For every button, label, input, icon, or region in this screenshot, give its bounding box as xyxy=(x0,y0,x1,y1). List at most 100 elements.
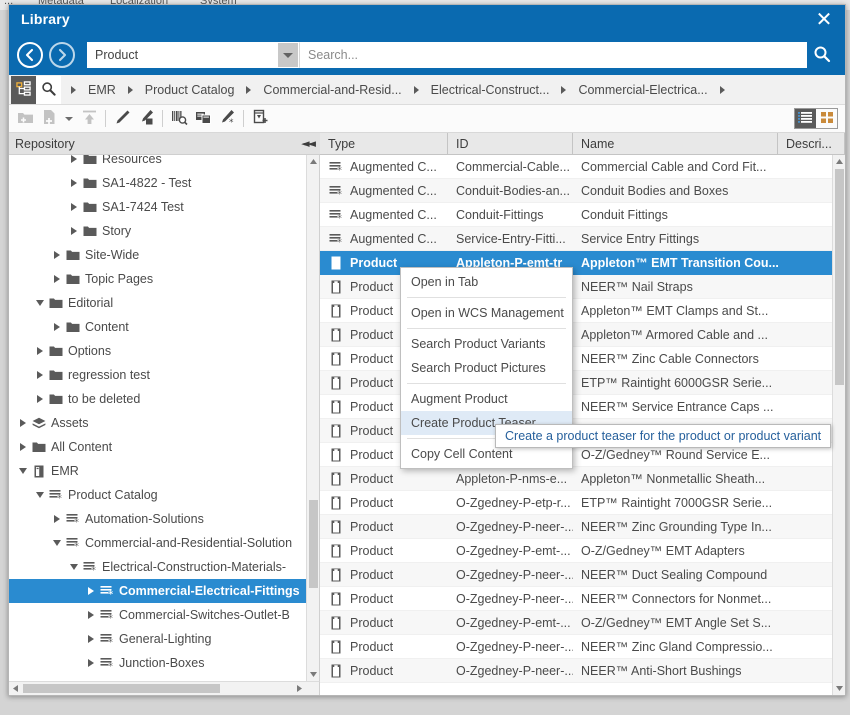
close-icon[interactable]: ✕ xyxy=(813,7,835,31)
table-row[interactable]: Product O-Zgedney-P-neer-... NEER™ Duct Se… xyxy=(320,563,832,587)
table-column-header[interactable]: ID xyxy=(448,133,573,154)
table-scroll-thumb[interactable] xyxy=(835,169,844,385)
tree-node[interactable]: * Commercial-and-Residential-Solution xyxy=(9,531,306,555)
table-vertical-scrollbar[interactable] xyxy=(832,155,845,695)
breadcrumb-item-1[interactable]: Product Catalog xyxy=(141,83,239,97)
chevron-down-icon[interactable] xyxy=(278,43,298,67)
table-row[interactable]: Product NEER™ Service Entrance Caps ... xyxy=(320,395,832,419)
chevron-right-icon[interactable] xyxy=(84,603,98,627)
table-row[interactable]: Product O-Zgedney-P-neer-... NEER™ Zinc Gr… xyxy=(320,515,832,539)
search-variants-button[interactable] xyxy=(167,107,191,131)
table-column-header[interactable]: Descri... xyxy=(778,133,845,154)
table-row[interactable]: Product Appleton™ Armored Cable and ... xyxy=(320,323,832,347)
context-menu-item[interactable]: Search Product Variants xyxy=(401,332,572,356)
tree-node[interactable]: * Product Catalog xyxy=(9,483,306,507)
table-column-header[interactable]: Name xyxy=(573,133,778,154)
tree-hscroll-thumb[interactable] xyxy=(23,684,220,693)
tree-node[interactable]: * Commercial-Switches-Outlet-B xyxy=(9,603,306,627)
context-menu-item[interactable]: Search Product Pictures xyxy=(401,356,572,380)
breadcrumb-item-0[interactable]: EMR xyxy=(84,83,120,97)
tree-node[interactable]: All Content xyxy=(9,435,306,459)
tree-node[interactable]: EMR xyxy=(9,459,306,483)
check-in-button[interactable] xyxy=(134,107,158,131)
tree-node[interactable]: SA1-7424 Test xyxy=(9,195,306,219)
scroll-down-arrow[interactable] xyxy=(307,668,319,681)
scroll-down-arrow[interactable] xyxy=(833,682,845,695)
augment-button[interactable]: * xyxy=(215,107,239,131)
tree-node-selected[interactable]: * Commercial-Electrical-Fittings xyxy=(9,579,306,603)
tree-node[interactable]: Options xyxy=(9,339,306,363)
chevron-right-icon[interactable] xyxy=(16,411,30,435)
chevron-right-icon[interactable] xyxy=(84,579,98,603)
scroll-right-arrow[interactable] xyxy=(293,682,306,695)
tree-node[interactable]: Content xyxy=(9,315,306,339)
breadcrumb-item-3[interactable]: Electrical-Construct... xyxy=(427,83,554,97)
scroll-left-arrow[interactable] xyxy=(9,682,22,695)
table-row[interactable]: Product Appleton-P-nms-e... Appleton™ Nonm… xyxy=(320,467,832,491)
tree-scroll-thumb[interactable] xyxy=(309,500,318,588)
grid-view-button[interactable] xyxy=(816,109,837,128)
chevron-right-icon[interactable] xyxy=(33,363,47,387)
tree-vertical-scrollbar[interactable] xyxy=(306,155,319,681)
table-row[interactable]: Product NEER™ Nail Straps xyxy=(320,275,832,299)
tree-node[interactable]: * Junction-Boxes xyxy=(9,651,306,675)
chevron-down-icon[interactable] xyxy=(33,483,47,507)
tree-node[interactable]: * General-Lighting xyxy=(9,627,306,651)
tree-node[interactable]: regression test xyxy=(9,363,306,387)
table-row[interactable]: * Augmented C... Conduit-Bodies-an... Condu… xyxy=(320,179,832,203)
list-view-button[interactable] xyxy=(795,109,816,128)
chevron-right-icon[interactable] xyxy=(33,339,47,363)
table-row[interactable]: Product O-Zgedney-P-emt-... O-Z/Gedney™ EM… xyxy=(320,539,832,563)
chevron-down-icon[interactable] xyxy=(33,291,47,315)
tree-node[interactable]: SA1-4822 - Test xyxy=(9,171,306,195)
chevron-right-icon[interactable] xyxy=(50,267,64,291)
breadcrumb-item-4[interactable]: Commercial-Electrica... xyxy=(574,83,711,97)
table-row[interactable]: Product NEER™ Zinc Cable Connectors xyxy=(320,347,832,371)
chevron-down-icon[interactable] xyxy=(50,531,64,555)
chevron-down-icon[interactable] xyxy=(67,555,81,579)
tree-horizontal-scrollbar[interactable] xyxy=(9,681,320,695)
context-menu-item[interactable]: Open in Tab xyxy=(401,270,572,294)
search-input[interactable]: Search... xyxy=(299,42,807,68)
chevron-right-icon[interactable] xyxy=(84,651,98,675)
copy-button[interactable] xyxy=(191,107,215,131)
breadcrumb-item-2[interactable]: Commercial-and-Resid... xyxy=(259,83,405,97)
chevron-right-icon[interactable] xyxy=(16,435,30,459)
chevron-down-icon[interactable] xyxy=(16,459,30,483)
chevron-right-icon[interactable] xyxy=(67,195,81,219)
search-button[interactable] xyxy=(807,42,837,68)
table-row[interactable]: Product O-Zgedney-P-etp-r... ETP™ Raintigh… xyxy=(320,491,832,515)
chevron-down-icon[interactable] xyxy=(65,116,73,121)
tree-mode-button[interactable] xyxy=(11,76,36,104)
tree-node[interactable]: to be deleted xyxy=(9,387,306,411)
tree-node[interactable]: Editorial xyxy=(9,291,306,315)
search-mode-button[interactable] xyxy=(36,75,61,104)
table-row[interactable]: * Augmented C... Commercial-Cable... Commer… xyxy=(320,155,832,179)
collapse-left-icon[interactable]: ◄◄ xyxy=(301,137,316,150)
table-row[interactable]: Product O-Zgedney-P-neer-... NEER™ Anti-Sh… xyxy=(320,659,832,683)
table-column-header[interactable]: Type xyxy=(320,133,448,154)
chevron-right-icon[interactable] xyxy=(67,155,81,171)
table-row[interactable]: * Augmented C... Service-Entry-Fitti... Ser… xyxy=(320,227,832,251)
new-folder-button[interactable] xyxy=(13,107,37,131)
chevron-right-icon[interactable] xyxy=(33,387,47,411)
chevron-right-icon[interactable] xyxy=(67,171,81,195)
table-row-selected[interactable]: Product Appleton-P-emt-tr Appleton™ EMT Tr… xyxy=(320,251,832,275)
edit-button[interactable] xyxy=(110,107,134,131)
chevron-right-icon[interactable] xyxy=(50,243,64,267)
tree-node[interactable]: Story xyxy=(9,219,306,243)
type-selector[interactable]: Product xyxy=(87,42,299,68)
scroll-up-arrow[interactable] xyxy=(833,155,845,168)
tree-node[interactable]: * Electrical-Construction-Materials- xyxy=(9,555,306,579)
upload-button[interactable] xyxy=(77,107,101,131)
context-menu-item[interactable]: Open in WCS Management xyxy=(401,301,572,325)
back-button[interactable] xyxy=(17,42,43,68)
chevron-right-icon[interactable] xyxy=(50,507,64,531)
forward-button[interactable] xyxy=(49,42,75,68)
table-row[interactable]: Product O-Zgedney-P-neer-... NEER™ Zinc Gl… xyxy=(320,635,832,659)
chevron-right-icon[interactable] xyxy=(67,219,81,243)
table-row[interactable]: Product O-Zgedney-P-emt-... O-Z/Gedney™ EM… xyxy=(320,611,832,635)
chevron-right-icon[interactable] xyxy=(84,627,98,651)
chevron-right-icon[interactable] xyxy=(50,315,64,339)
table-row[interactable]: Product ETP™ Raintight 6000GSR Serie... xyxy=(320,371,832,395)
